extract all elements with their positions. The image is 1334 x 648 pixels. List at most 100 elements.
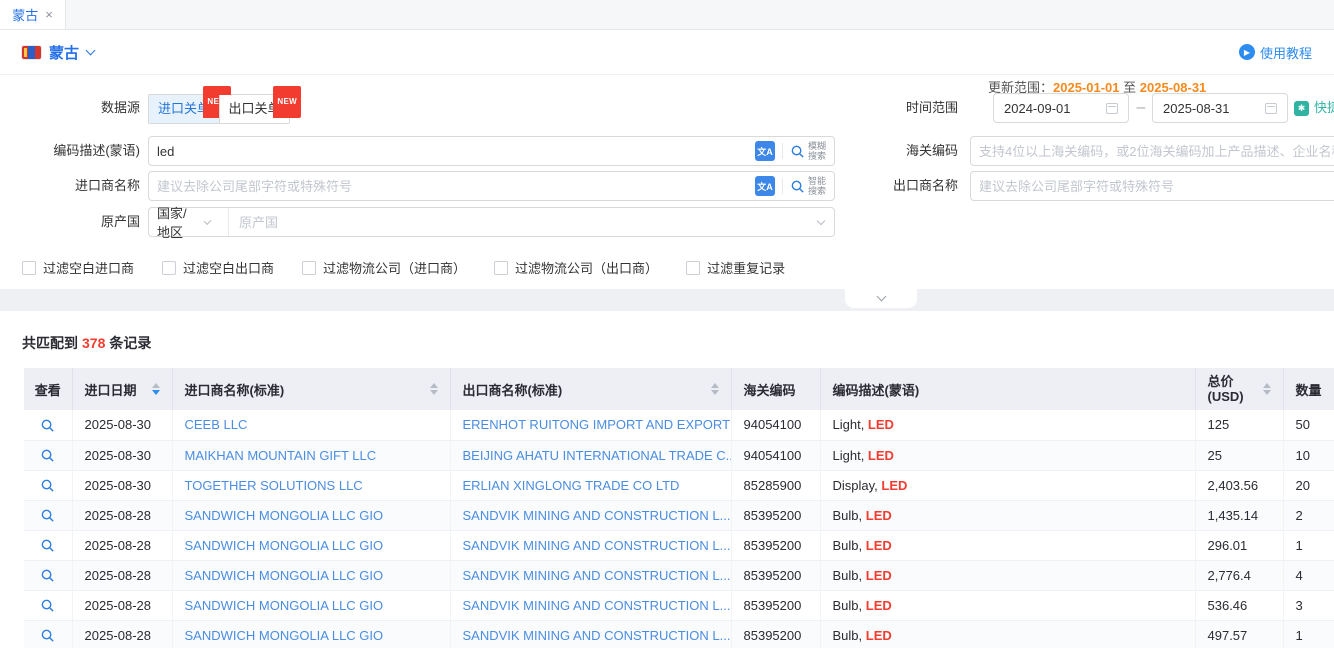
checkbox-icon[interactable] [686, 261, 700, 275]
cell-hs-code: 85395200 [731, 530, 820, 560]
exporter-link[interactable]: SANDVIK MINING AND CONSTRUCTION L... [463, 628, 731, 643]
cell-date: 2025-08-30 [72, 410, 172, 440]
importer-inputbox: 文A 智能搜索 [148, 171, 835, 201]
importer-link[interactable]: SANDWICH MONGOLIA LLC GIO [185, 628, 384, 643]
date-end-input[interactable]: 2025-08-31 [1152, 93, 1288, 123]
cell-date: 2025-08-28 [72, 560, 172, 590]
browser-tab-mongolia[interactable]: 蒙古 × [0, 0, 66, 29]
translate-icon[interactable]: 文A [755, 141, 775, 161]
magnifier-icon [40, 508, 55, 523]
hs-code-input[interactable] [979, 144, 1334, 159]
checkbox-icon[interactable] [162, 261, 176, 275]
search-icon [790, 179, 805, 194]
shortcut-button[interactable]: ✱ 快捷 [1294, 93, 1334, 123]
smart-search-button[interactable]: 智能搜索 [790, 176, 826, 196]
view-record-button[interactable] [40, 508, 55, 523]
view-record-button[interactable] [40, 418, 55, 433]
exporter-link[interactable]: SANDVIK MINING AND CONSTRUCTION L... [463, 568, 731, 583]
view-record-button[interactable] [40, 478, 55, 493]
exporter-link[interactable]: ERENHOT RUITONG IMPORT AND EXPORT ... [463, 417, 732, 432]
divider [782, 143, 783, 159]
close-icon[interactable]: × [45, 8, 53, 21]
keyword-highlight: LED [868, 448, 894, 463]
importer-link[interactable]: MAIKHAN MOUNTAIN GIFT LLC [185, 448, 377, 463]
code-desc-input[interactable] [157, 144, 755, 159]
results-summary: 共匹配到378条记录 [22, 333, 1334, 353]
checkbox-filter-blank-exporter[interactable]: 过滤空白出口商 [162, 258, 274, 277]
results-suffix: 条记录 [109, 335, 151, 351]
view-record-button[interactable] [40, 448, 55, 463]
origin-inputbox: 国家/地区 [148, 207, 835, 237]
checkbox-label: 过滤空白进口商 [43, 258, 134, 277]
keyword-highlight: LED [866, 538, 892, 553]
sort-importer[interactable] [430, 383, 438, 395]
table-row: 2025-08-28 SANDWICH MONGOLIA LLC GIO SAN… [24, 620, 1334, 648]
checkbox-icon[interactable] [302, 261, 316, 275]
new-badge: NEW [273, 86, 301, 118]
sort-exporter[interactable] [711, 383, 719, 395]
view-record-button[interactable] [40, 628, 55, 643]
importer-link[interactable]: CEEB LLC [185, 417, 248, 432]
checkbox-filter-duplicates[interactable]: 过滤重复记录 [686, 258, 785, 277]
sort-import-date[interactable] [152, 383, 160, 395]
exporter-link[interactable]: ERLIAN XINGLONG TRADE CO LTD [463, 478, 680, 493]
hs-code-inputbox [970, 136, 1334, 166]
importer-input[interactable] [157, 179, 755, 194]
keyword-highlight: LED [866, 568, 892, 583]
keyword-highlight: LED [866, 628, 892, 643]
cell-qty: 4 [1283, 560, 1334, 590]
cell-qty: 2 [1283, 500, 1334, 530]
tab-import-declarations[interactable]: 进口关单 NEW [149, 95, 219, 123]
cell-hs-code: 85395200 [731, 590, 820, 620]
origin-label: 原产国 [0, 207, 140, 237]
checkbox-filter-logistics-exporter[interactable]: 过滤物流公司（出口商） [494, 258, 658, 277]
cell-desc: Light, LED [820, 440, 1195, 470]
magnifier-icon [40, 568, 55, 583]
cell-desc: Light, LED [820, 410, 1195, 440]
collapse-panel-button[interactable] [845, 289, 917, 308]
checkbox-icon[interactable] [22, 261, 36, 275]
exporter-link[interactable]: BEIJING AHATU INTERNATIONAL TRADE C... [463, 448, 732, 463]
checkbox-label: 过滤重复记录 [707, 258, 785, 277]
mongolia-flag-icon [22, 46, 41, 59]
fuzzy-search-button[interactable]: 模糊搜索 [790, 141, 826, 161]
cell-price: 2,403.56 [1195, 470, 1283, 500]
importer-link[interactable]: SANDWICH MONGOLIA LLC GIO [185, 538, 384, 553]
filter-panel: 数据源 进口关单 NEW 出口关单 NEW 更新范围：2025-01-01 至 … [0, 75, 1334, 289]
chevron-down-icon [86, 46, 96, 56]
code-desc-inputbox: 文A 模糊搜索 [148, 136, 835, 166]
view-record-button[interactable] [40, 538, 55, 553]
cell-date: 2025-08-30 [72, 470, 172, 500]
checkbox-filter-blank-importer[interactable]: 过滤空白进口商 [22, 258, 134, 277]
date-start-value: 2024-09-01 [1004, 101, 1071, 116]
cell-hs-code: 85285900 [731, 470, 820, 500]
tutorial-label: 使用教程 [1260, 43, 1312, 62]
country-selector[interactable]: 蒙古 [22, 42, 94, 63]
smart-search-label: 智能搜索 [808, 176, 826, 196]
date-start-input[interactable]: 2024-09-01 [993, 93, 1129, 123]
checkbox-icon[interactable] [494, 261, 508, 275]
cell-qty: 20 [1283, 470, 1334, 500]
importer-link[interactable]: SANDWICH MONGOLIA LLC GIO [185, 568, 384, 583]
origin-region-select[interactable]: 国家/地区 [149, 208, 229, 236]
sort-total-price[interactable] [1263, 383, 1271, 395]
importer-link[interactable]: SANDWICH MONGOLIA LLC GIO [185, 508, 384, 523]
checkbox-filter-logistics-importer[interactable]: 过滤物流公司（进口商） [302, 258, 466, 277]
exporter-link[interactable]: SANDVIK MINING AND CONSTRUCTION L... [463, 508, 731, 523]
view-record-button[interactable] [40, 598, 55, 613]
exporter-link[interactable]: SANDVIK MINING AND CONSTRUCTION L... [463, 538, 731, 553]
cell-desc: Bulb, LED [820, 620, 1195, 648]
tab-export-declarations[interactable]: 出口关单 NEW [219, 95, 289, 123]
magnifier-icon [40, 628, 55, 643]
view-record-button[interactable] [40, 568, 55, 583]
importer-link[interactable]: TOGETHER SOLUTIONS LLC [185, 478, 363, 493]
translate-icon[interactable]: 文A [755, 176, 775, 196]
exporter-input[interactable] [979, 179, 1334, 194]
cell-qty: 10 [1283, 440, 1334, 470]
exporter-link[interactable]: SANDVIK MINING AND CONSTRUCTION L... [463, 598, 731, 613]
results-count: 378 [82, 335, 105, 351]
importer-link[interactable]: SANDWICH MONGOLIA LLC GIO [185, 598, 384, 613]
origin-input[interactable] [229, 215, 818, 230]
cell-date: 2025-08-28 [72, 590, 172, 620]
tutorial-link[interactable]: ▶ 使用教程 [1239, 43, 1312, 62]
